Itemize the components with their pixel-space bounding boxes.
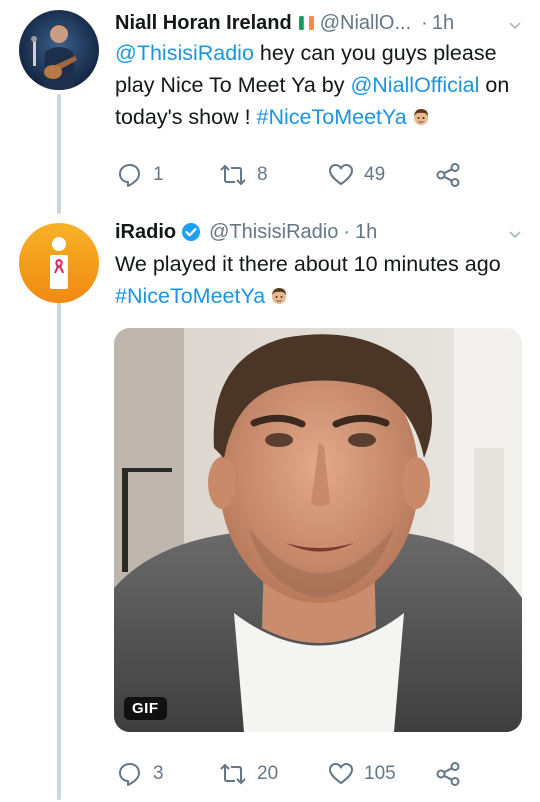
tweet-2-text: We played it there about 10 minutes ago … (115, 248, 524, 315)
retweet-button[interactable]: 20 (219, 759, 278, 789)
reply-count: 3 (153, 763, 164, 784)
hashtag-link[interactable]: #NiceToMeetYa (115, 284, 265, 308)
author-handle[interactable]: @ThisisiRadio (209, 221, 338, 244)
retweet-count: 8 (257, 164, 268, 185)
hashtag-link[interactable]: #NiceToMeetYa (257, 105, 407, 129)
retweet-icon (220, 763, 246, 785)
avatar-iradio[interactable] (19, 223, 99, 303)
tweet-1-actions: 1 8 49 (117, 160, 477, 190)
share-icon (436, 163, 460, 187)
niall-emoji-icon (269, 283, 289, 315)
reply-count: 1 (153, 164, 164, 185)
separator-dot: · (421, 11, 428, 34)
author-handle[interactable]: @NiallO... (320, 12, 411, 35)
share-icon (436, 762, 460, 786)
tweet-2-header: iRadio @ThisisiRadio · 1h (115, 216, 526, 248)
reply-icon (119, 164, 140, 187)
tweet-1-header: Niall Horan Ireland @NiallO... · 1h (115, 7, 526, 39)
irish-flag-icon (298, 14, 316, 32)
thread-line-bottom (57, 300, 61, 800)
tweet-2-actions: 3 20 105 (117, 759, 477, 789)
avatar-image (19, 10, 99, 90)
like-button[interactable]: 105 (328, 759, 396, 789)
avatar-niall-horan-ireland[interactable] (19, 10, 99, 90)
niall-emoji-icon (411, 104, 431, 136)
thread-line-top (57, 94, 61, 214)
retweet-count: 20 (257, 763, 279, 784)
like-count: 105 (364, 763, 396, 784)
verified-badge-icon (181, 222, 201, 242)
retweet-icon (220, 164, 246, 186)
like-count: 49 (364, 164, 386, 185)
like-button[interactable]: 49 (328, 160, 385, 190)
reply-button[interactable]: 1 (117, 160, 164, 190)
share-button[interactable] (435, 160, 461, 190)
heart-icon (329, 164, 353, 185)
tweet-timestamp[interactable]: 1h (432, 12, 454, 35)
gif-image (114, 328, 522, 732)
mention-link[interactable]: @NiallOfficial (350, 73, 479, 97)
chevron-down-icon[interactable] (508, 15, 522, 30)
tweet-media-gif[interactable]: GIF (114, 328, 522, 732)
retweet-button[interactable]: 8 (219, 160, 268, 190)
tweet-text: We played it there about 10 minutes ago (115, 252, 501, 276)
heart-icon (329, 763, 353, 784)
reply-button[interactable]: 3 (117, 759, 164, 789)
author-name[interactable]: Niall Horan Ireland (115, 12, 292, 35)
author-name[interactable]: iRadio (115, 221, 176, 244)
iradio-logo (19, 223, 99, 303)
reply-icon (119, 763, 140, 786)
mention-link[interactable]: @ThisisiRadio (115, 41, 254, 65)
tweet-1-text: @ThisisiRadio hey can you guys please pl… (115, 37, 524, 136)
separator-dot: · (343, 220, 351, 243)
chevron-down-icon[interactable] (508, 224, 522, 239)
share-button[interactable] (435, 759, 461, 789)
tweet-timestamp[interactable]: 1h (355, 221, 377, 244)
gif-badge: GIF (124, 697, 167, 720)
